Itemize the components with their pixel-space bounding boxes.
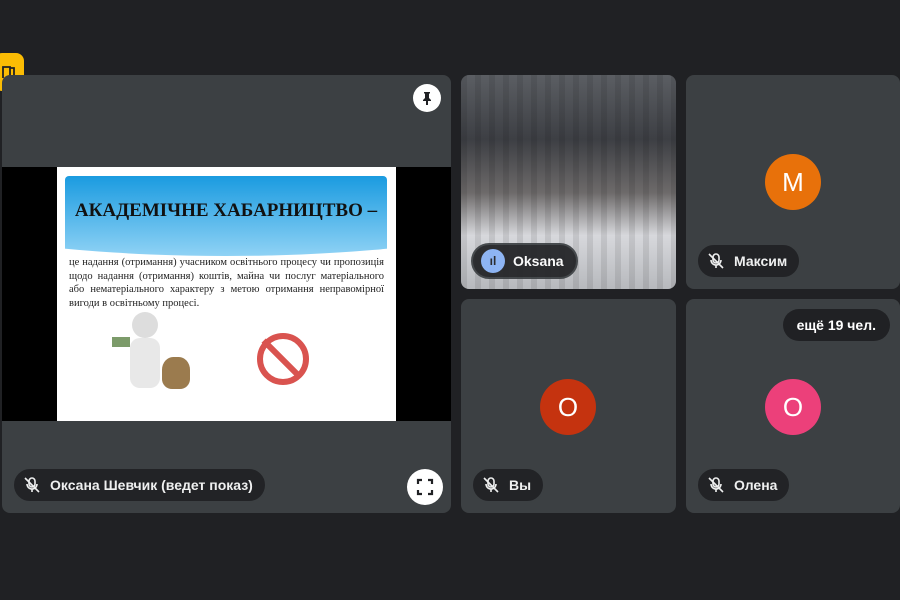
slide-title: АКАДЕМІЧНЕ ХАБАРНИЦТВО – (74, 200, 378, 221)
participant-tile-maxim: М Максим (686, 75, 900, 289)
pin-icon (423, 92, 431, 105)
mic-off-icon (708, 477, 724, 493)
presenter-name-chip: Оксана Шевчик (ведет показ) (12, 467, 267, 503)
avatar: О (540, 379, 596, 435)
speaking-indicator-icon: ıl (481, 249, 505, 273)
pin-button[interactable] (413, 84, 441, 112)
more-participants-button[interactable]: ещё 19 чел. (782, 309, 890, 341)
fullscreen-button[interactable] (407, 469, 443, 505)
slide-header: АКАДЕМІЧНЕ ХАБАРНИЦТВО – (65, 176, 387, 256)
no-bribe-image (257, 333, 309, 385)
presentation-tile: АКАДЕМІЧНЕ ХАБАРНИЦТВО – це надання (отр… (2, 75, 451, 513)
shared-screen: АКАДЕМІЧНЕ ХАБАРНИЦТВО – це надання (отр… (2, 167, 451, 421)
participant-name-chip: Олена (696, 467, 792, 503)
participant-name-chip: ıl Oksana (471, 243, 578, 279)
fullscreen-icon (416, 478, 434, 496)
slide: АКАДЕМІЧНЕ ХАБАРНИЦТВО – це надання (отр… (57, 167, 396, 421)
figure-with-money-image (102, 312, 212, 412)
participant-name-chip: Максим (696, 243, 802, 279)
participant-name: Вы (509, 477, 532, 493)
participant-name: Олена (734, 477, 778, 493)
participant-name: Oksana (513, 253, 564, 269)
participant-tile-oksana: ıl Oksana (461, 75, 676, 289)
slide-text: це надання (отримання) учасником освітнь… (69, 257, 384, 309)
avatar: М (765, 154, 821, 210)
participant-tile-you: О Вы (461, 299, 676, 513)
presenter-name: Оксана Шевчик (ведет показ) (50, 477, 253, 493)
participant-tile-olena: ещё 19 чел. О Олена (686, 299, 900, 513)
mic-off-icon (708, 253, 724, 269)
participant-name: Максим (734, 253, 788, 269)
avatar: О (765, 379, 821, 435)
participant-name-chip: Вы (471, 467, 546, 503)
mic-off-icon (483, 477, 499, 493)
mic-off-icon (24, 477, 40, 493)
